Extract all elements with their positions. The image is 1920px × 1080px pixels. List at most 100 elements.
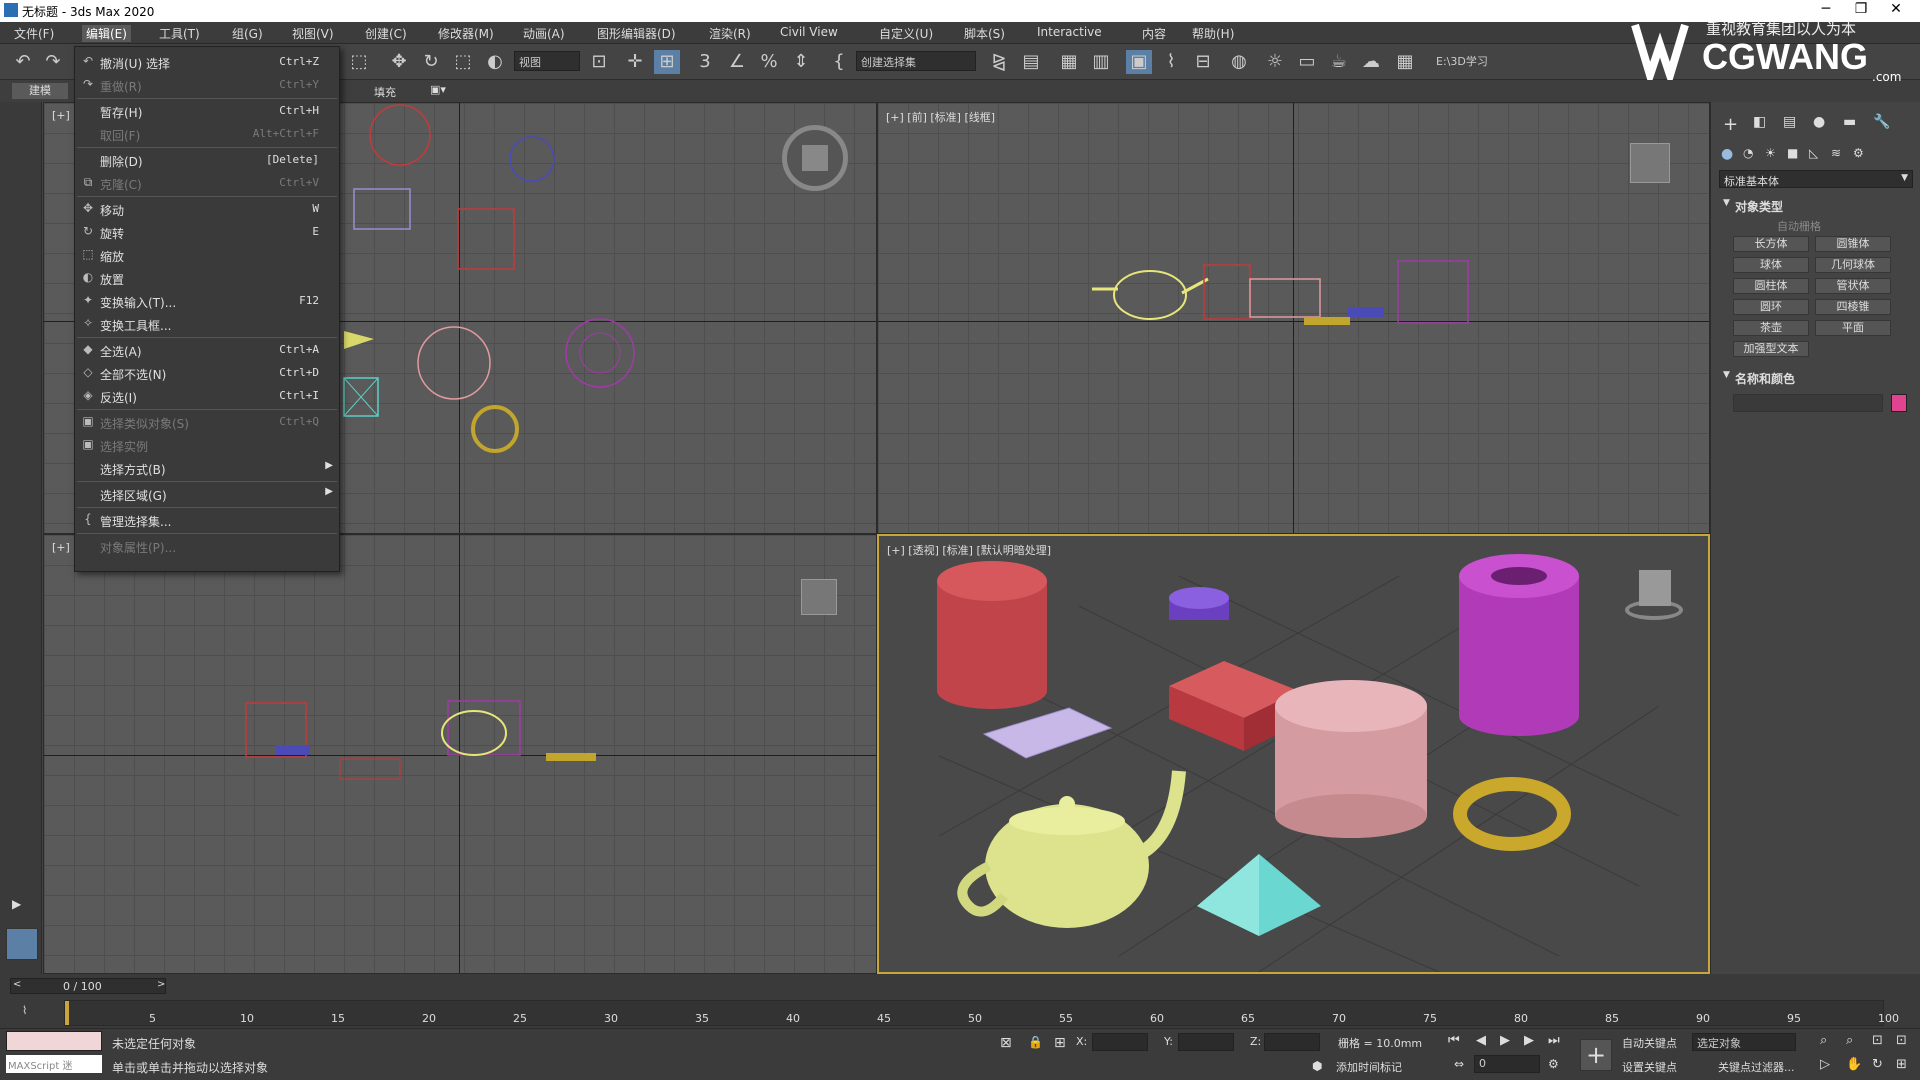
cameras-icon[interactable]: ■: [1787, 146, 1798, 160]
menu-view[interactable]: 视图(V): [288, 25, 338, 42]
angle-snap-icon[interactable]: ∠: [724, 50, 750, 74]
next-frame-icon[interactable]: ▶: [1524, 1033, 1534, 1048]
edit-menu-item[interactable]: 对象属性(P)...: [75, 535, 339, 557]
tag-icon[interactable]: ⬢: [1312, 1059, 1322, 1073]
key-mode-icon[interactable]: ⇔: [1454, 1057, 1464, 1071]
render-setup-icon[interactable]: ☼: [1262, 50, 1288, 74]
edit-menu-item[interactable]: ✥ 移动 W: [75, 198, 339, 220]
object-name-input[interactable]: [1733, 394, 1883, 412]
align-icon[interactable]: ▤: [1018, 50, 1044, 74]
curve-editor-mini-icon[interactable]: ⌇: [22, 1004, 27, 1017]
edit-menu-item[interactable]: ◈ 反选(I) Ctrl+I: [75, 385, 339, 407]
x-coordinate-input[interactable]: [1092, 1033, 1148, 1051]
layer-explorer-icon[interactable]: ▦: [1056, 50, 1082, 74]
move-icon[interactable]: ✥: [386, 50, 412, 74]
rotate-icon[interactable]: ↻: [418, 50, 444, 74]
percent-snap-icon[interactable]: %: [756, 50, 782, 74]
render-online-icon[interactable]: ☁: [1358, 50, 1384, 74]
edit-menu-item[interactable]: 选择区域(G) ▶: [75, 483, 339, 505]
time-slider[interactable]: < 0 / 100 >: [10, 978, 166, 994]
maximize-viewport-icon[interactable]: ⊞: [1896, 1057, 1907, 1072]
edit-menu-item[interactable]: ✧ 变换工具框...: [75, 313, 339, 335]
object-color-swatch[interactable]: [1891, 394, 1907, 412]
lock-icon[interactable]: 🔒: [1028, 1035, 1043, 1049]
ribbon-tab-modeling[interactable]: 建模: [12, 83, 68, 99]
schematic-view-icon[interactable]: ⊟: [1190, 50, 1216, 74]
key-filters-button[interactable]: 关键点过滤器...: [1718, 1059, 1795, 1075]
modify-tab-icon[interactable]: ◧: [1753, 114, 1766, 130]
edit-menu-item[interactable]: ▣ 选择类似对象(S) Ctrl+Q: [75, 411, 339, 433]
time-config-icon[interactable]: ⚙: [1548, 1057, 1559, 1071]
edit-menu-item[interactable]: 删除(D) [Delete]: [75, 149, 339, 171]
minimize-button[interactable]: ─: [1808, 1, 1844, 17]
menu-tools[interactable]: 工具(T): [155, 25, 204, 42]
orbit-icon[interactable]: ↻: [1872, 1057, 1883, 1072]
edit-menu-item[interactable]: ◐ 放置: [75, 267, 339, 289]
edit-menu-item[interactable]: ▣ 选择实例: [75, 434, 339, 456]
menu-modifiers[interactable]: 修改器(M): [434, 25, 498, 42]
axis-constraint-icon[interactable]: ✛: [622, 50, 648, 74]
zoom-extents-all-icon[interactable]: ⊡: [1896, 1033, 1907, 1048]
keyboard-shortcut-override-icon[interactable]: ⊞: [654, 50, 680, 74]
menu-content[interactable]: 内容: [1138, 25, 1170, 42]
lights-icon[interactable]: ☀: [1765, 146, 1776, 160]
spinner-snap-icon[interactable]: ⇕: [788, 50, 814, 74]
snap-toggle-icon[interactable]: 3: [692, 50, 718, 74]
add-time-tag[interactable]: 添加时间标记: [1336, 1059, 1402, 1075]
utilities-tab-icon[interactable]: 🔧: [1873, 114, 1890, 130]
menu-graph-editors[interactable]: 图形编辑器(D): [593, 25, 680, 42]
create-tab-icon[interactable]: +: [1723, 114, 1738, 135]
time-next-icon[interactable]: >: [157, 979, 165, 990]
undo-icon[interactable]: ↶: [10, 50, 36, 74]
mirror-icon[interactable]: ⧎: [986, 50, 1012, 74]
menu-edit[interactable]: 编辑(E): [82, 25, 131, 42]
viewport-front[interactable]: [+] [前] [标准] [线框]: [877, 102, 1710, 534]
current-frame-input[interactable]: 0: [1474, 1055, 1540, 1073]
textplus-button[interactable]: 加强型文本: [1733, 341, 1809, 357]
autogrid-checkbox[interactable]: 自动栅格: [1777, 218, 1821, 234]
menu-file[interactable]: 文件(F): [10, 25, 58, 42]
helpers-icon[interactable]: ◺: [1809, 146, 1818, 160]
systems-icon[interactable]: ⚙: [1853, 146, 1864, 160]
pyramid-button[interactable]: 四棱锥: [1815, 299, 1891, 315]
menu-rendering[interactable]: 渲染(R): [705, 25, 755, 42]
viewcube-perspective[interactable]: [1619, 562, 1689, 622]
box-button[interactable]: 长方体: [1733, 236, 1809, 252]
geosphere-button[interactable]: 几何球体: [1815, 257, 1891, 273]
object-category-select[interactable]: 标准基本体 ▼: [1719, 170, 1913, 188]
reference-coord-select[interactable]: 视图: [514, 51, 580, 71]
edit-menu-item[interactable]: 暂存(H) Ctrl+H: [75, 100, 339, 122]
scene-explorer-icon[interactable]: ▥: [1088, 50, 1114, 74]
section-object-type[interactable]: 对象类型: [1735, 198, 1783, 215]
sphere-button[interactable]: 球体: [1733, 257, 1809, 273]
close-button[interactable]: ✕: [1878, 1, 1914, 17]
viewport-left[interactable]: [+]: [43, 534, 877, 974]
menu-civil-view[interactable]: Civil View: [776, 25, 842, 39]
viewcube-top[interactable]: [782, 125, 848, 191]
shapes-icon[interactable]: ◔: [1743, 146, 1753, 160]
scale-icon[interactable]: ⬚: [450, 50, 476, 74]
set-key-button[interactable]: 设置关键点: [1622, 1059, 1677, 1075]
redo-icon[interactable]: ↷: [40, 50, 66, 74]
edit-menu-item[interactable]: ⧉ 克隆(C) Ctrl+V: [75, 172, 339, 194]
selected-object-select[interactable]: 选定对象: [1692, 1033, 1796, 1051]
goto-start-icon[interactable]: ⏮: [1448, 1033, 1460, 1048]
hierarchy-tab-icon[interactable]: ▤: [1783, 114, 1796, 130]
menu-animation[interactable]: 动画(A): [519, 25, 569, 42]
section-name-color[interactable]: 名称和颜色: [1735, 370, 1795, 387]
curve-editor-icon[interactable]: ⌇: [1158, 50, 1184, 74]
torus-button[interactable]: 圆环: [1733, 299, 1809, 315]
edit-menu-item[interactable]: 选择方式(B) ▶: [75, 457, 339, 479]
set-key-big-icon[interactable]: +: [1580, 1039, 1612, 1071]
viewport-perspective[interactable]: [+] [透视] [标准] [默认明暗处理]: [877, 534, 1710, 974]
zoom-icon[interactable]: ⌕: [1820, 1033, 1827, 1048]
named-selection-set-select[interactable]: 创建选择集: [856, 51, 976, 71]
menu-interactive[interactable]: Interactive: [1033, 25, 1106, 39]
plane-button[interactable]: 平面: [1815, 320, 1891, 336]
spacewarps-icon[interactable]: ≋: [1831, 146, 1841, 160]
place-icon[interactable]: ◐: [482, 50, 508, 74]
prev-frame-icon[interactable]: ◀: [1476, 1033, 1486, 1048]
ribbon-fill-label[interactable]: 填充: [374, 84, 396, 100]
edit-menu-item[interactable]: {管理选择集...: [75, 509, 339, 531]
maximize-button[interactable]: ❐: [1843, 1, 1879, 17]
